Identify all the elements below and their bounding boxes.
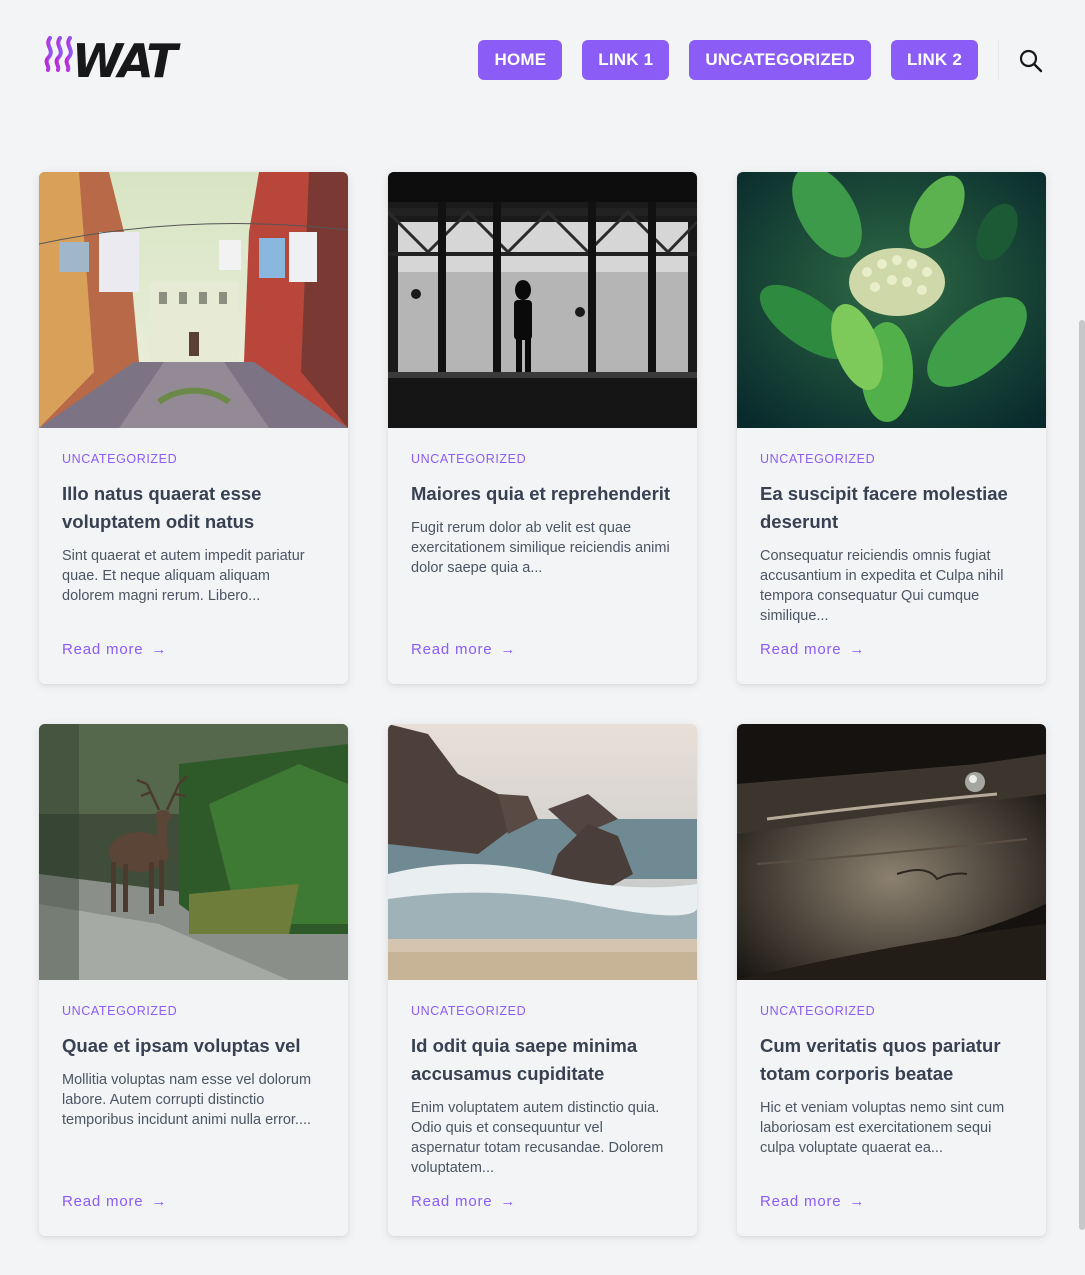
read-more-link[interactable]: Read more → bbox=[411, 641, 516, 658]
post-excerpt: Mollitia voluptas nam esse vel dolorum l… bbox=[62, 1072, 312, 1128]
post-card: UNCATEGORIZED Maiores quia et reprehende… bbox=[388, 172, 697, 684]
read-more-label: Read more bbox=[62, 1193, 144, 1210]
post-category[interactable]: UNCATEGORIZED bbox=[411, 452, 674, 466]
post-excerpt: Enim voluptatem autem distinctio quia. O… bbox=[411, 1100, 664, 1176]
read-more-link[interactable]: Read more → bbox=[62, 1193, 167, 1210]
arrow-right-icon: → bbox=[151, 641, 168, 658]
post-body: UNCATEGORIZED Ea suscipit facere molesti… bbox=[737, 428, 1046, 684]
read-more-label: Read more bbox=[411, 1193, 493, 1210]
post-card: UNCATEGORIZED Quae et ipsam voluptas vel… bbox=[39, 724, 348, 1236]
nav-link1-button[interactable]: LINK 1 bbox=[582, 40, 670, 80]
post-excerpt: Consequatur reiciendis omnis fugiat accu… bbox=[760, 548, 1004, 624]
scrollbar[interactable] bbox=[1079, 320, 1085, 1230]
post-card: UNCATEGORIZED Ea suscipit facere molesti… bbox=[737, 172, 1046, 684]
post-title[interactable]: Ea suscipit facere molestiae deserunt bbox=[760, 480, 1023, 536]
read-more-label: Read more bbox=[411, 641, 493, 658]
post-image[interactable] bbox=[39, 172, 348, 428]
arrow-right-icon: → bbox=[849, 1193, 866, 1210]
search-icon[interactable] bbox=[1018, 48, 1044, 74]
post-image[interactable] bbox=[388, 724, 697, 980]
arrow-right-icon: → bbox=[151, 1193, 168, 1210]
read-more-link[interactable]: Read more → bbox=[760, 641, 865, 658]
read-more-link[interactable]: Read more → bbox=[62, 641, 167, 658]
post-title[interactable]: Id odit quia saepe minima accusamus cupi… bbox=[411, 1032, 674, 1088]
nav-link2-button[interactable]: LINK 2 bbox=[890, 40, 978, 80]
post-category[interactable]: UNCATEGORIZED bbox=[62, 452, 325, 466]
nav-home-button[interactable]: HOME bbox=[478, 40, 563, 80]
site-header: WAT HOME LINK 1 UNCATEGORIZED LINK 2 bbox=[0, 0, 1085, 120]
read-more-label: Read more bbox=[62, 641, 144, 658]
post-excerpt: Sint quaerat et autem impedit pariatur q… bbox=[62, 548, 305, 604]
post-card: UNCATEGORIZED Cum veritatis quos pariatu… bbox=[737, 724, 1046, 1236]
post-category[interactable]: UNCATEGORIZED bbox=[62, 1004, 325, 1018]
main-nav: HOME LINK 1 UNCATEGORIZED LINK 2 bbox=[478, 40, 978, 80]
post-title[interactable]: Illo natus quaerat esse voluptatem odit … bbox=[62, 480, 325, 536]
post-category[interactable]: UNCATEGORIZED bbox=[760, 452, 1023, 466]
post-grid: UNCATEGORIZED Illo natus quaerat esse vo… bbox=[39, 172, 1046, 1236]
site-logo[interactable]: WAT bbox=[42, 36, 178, 86]
nav-divider bbox=[998, 40, 999, 80]
logo-text: WAT bbox=[72, 34, 178, 88]
post-excerpt: Fugit rerum dolor ab velit est quae exer… bbox=[411, 520, 670, 576]
post-category[interactable]: UNCATEGORIZED bbox=[760, 1004, 1023, 1018]
post-image[interactable] bbox=[737, 724, 1046, 980]
post-category[interactable]: UNCATEGORIZED bbox=[411, 1004, 674, 1018]
post-card: UNCATEGORIZED Illo natus quaerat esse vo… bbox=[39, 172, 348, 684]
post-image[interactable] bbox=[737, 172, 1046, 428]
post-title[interactable]: Quae et ipsam voluptas vel bbox=[62, 1032, 325, 1060]
read-more-link[interactable]: Read more → bbox=[760, 1193, 865, 1210]
nav-uncategorized-button[interactable]: UNCATEGORIZED bbox=[689, 40, 871, 80]
post-image[interactable] bbox=[388, 172, 697, 428]
post-excerpt: Hic et veniam voluptas nemo sint cum lab… bbox=[760, 1100, 1005, 1156]
arrow-right-icon: → bbox=[500, 1193, 517, 1210]
post-body: UNCATEGORIZED Cum veritatis quos pariatu… bbox=[737, 980, 1046, 1236]
post-body: UNCATEGORIZED Id odit quia saepe minima … bbox=[388, 980, 697, 1236]
arrow-right-icon: → bbox=[849, 641, 866, 658]
post-card: UNCATEGORIZED Id odit quia saepe minima … bbox=[388, 724, 697, 1236]
post-body: UNCATEGORIZED Quae et ipsam voluptas vel… bbox=[39, 980, 348, 1236]
arrow-right-icon: → bbox=[500, 641, 517, 658]
post-body: UNCATEGORIZED Maiores quia et reprehende… bbox=[388, 428, 697, 684]
read-more-label: Read more bbox=[760, 1193, 842, 1210]
read-more-link[interactable]: Read more → bbox=[411, 1193, 516, 1210]
post-title[interactable]: Cum veritatis quos pariatur totam corpor… bbox=[760, 1032, 1023, 1088]
post-image[interactable] bbox=[39, 724, 348, 980]
post-title[interactable]: Maiores quia et reprehenderit bbox=[411, 480, 674, 508]
read-more-label: Read more bbox=[760, 641, 842, 658]
post-body: UNCATEGORIZED Illo natus quaerat esse vo… bbox=[39, 428, 348, 684]
